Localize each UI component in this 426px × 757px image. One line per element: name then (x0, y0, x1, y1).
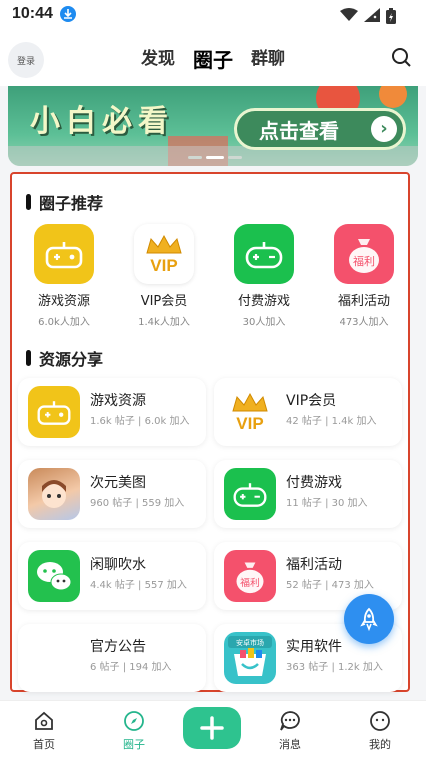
resource-card-vip[interactable]: VIP VIP会员 42 帖子 | 1.4k 加入 (214, 378, 402, 446)
wifi-icon (340, 8, 358, 21)
recommend-item-name: VIP会员 (140, 294, 188, 309)
status-bar: 10:44 (0, 0, 426, 30)
recommend-item-name: 福利活动 (337, 294, 390, 309)
recommend-item-joined: 30人加入 (242, 317, 286, 328)
card-name: 实用软件 (286, 639, 342, 655)
tab-group-chat[interactable]: 群聊 (251, 44, 285, 73)
signal-icon (364, 8, 380, 22)
add-post-button[interactable] (183, 707, 241, 749)
pager-dot (228, 156, 242, 159)
pager-dot (188, 156, 202, 159)
title-bar (26, 194, 31, 210)
plus-icon (200, 716, 224, 740)
recommend-item-joined: 6.0k人加入 (38, 317, 90, 328)
gamepad-icon (28, 386, 80, 438)
money-bag-text: 福利 (353, 254, 375, 268)
top-tabs: 发现 圈子 群聊 (0, 44, 426, 73)
card-name: 付费游戏 (286, 475, 342, 491)
pager-dot-active (206, 156, 224, 159)
anime-girl-icon (28, 468, 80, 520)
download-icon (60, 6, 76, 22)
card-stats: 960 帖子 | 559 加入 (90, 498, 185, 509)
nav-home-label: 首页 (33, 738, 55, 751)
nav-profile[interactable]: 我的 (350, 709, 410, 752)
status-icons (340, 8, 396, 24)
card-stats: 52 帖子 | 473 加入 (286, 580, 374, 591)
recommend-title-text: 圈子推荐 (39, 194, 104, 213)
top-header: 登录 发现 圈子 群聊 (0, 30, 426, 86)
tab-circles[interactable]: 圈子 (193, 44, 233, 73)
banner[interactable]: 小白必看 点击查看 › (8, 86, 418, 166)
money-bag-text: 福利 (240, 576, 260, 589)
card-name: 官方公告 (90, 639, 146, 655)
recommend-item-name: 付费游戏 (237, 294, 290, 309)
money-bag-icon: 福利 (224, 550, 276, 602)
nav-circles-label: 圈子 (123, 738, 145, 751)
status-time: 10:44 (12, 5, 53, 22)
rocket-icon (360, 607, 378, 631)
recommend-item-welfare[interactable]: 福利 福利活动 473人加入 (324, 224, 404, 328)
app-market-icon: 安卓市场 (224, 632, 276, 684)
vip-crown-icon: VIP (224, 386, 276, 438)
card-name: 游戏资源 (90, 393, 146, 409)
tab-discover[interactable]: 发现 (141, 44, 175, 73)
gamepad-green-icon (234, 224, 294, 284)
vip-badge-text: VIP (150, 256, 177, 275)
card-stats: 11 帖子 | 30 加入 (286, 498, 368, 509)
message-icon (280, 711, 300, 731)
search-icon[interactable] (390, 46, 412, 68)
gamepad-green-icon (224, 468, 276, 520)
nav-profile-label: 我的 (369, 738, 391, 751)
compass-icon (124, 711, 144, 731)
money-bag-icon: 福利 (334, 224, 394, 284)
banner-title: 小白必看 (30, 104, 174, 139)
app-market-label: 安卓市场 (236, 638, 264, 647)
announcement-icon (28, 632, 80, 684)
recommend-item-joined: 1.4k人加入 (138, 317, 190, 328)
vip-badge-text: VIP (236, 414, 263, 433)
resources-title-text: 资源分享 (39, 350, 104, 369)
profile-icon (370, 711, 390, 731)
recommend-section-title: 圈子推荐 (26, 190, 103, 214)
recommend-item-vip[interactable]: VIP VIP会员 1.4k人加入 (124, 224, 204, 328)
banner-view-button[interactable]: 点击查看 › (234, 108, 406, 150)
title-bar (26, 350, 31, 366)
nav-circles[interactable]: 圈子 (104, 709, 164, 752)
card-name: 次元美图 (90, 475, 146, 491)
resource-card-game-resources[interactable]: 游戏资源 1.6k 帖子 | 6.0k 加入 (18, 378, 206, 446)
card-stats: 1.6k 帖子 | 6.0k 加入 (90, 416, 190, 427)
recommend-item-joined: 473人加入 (339, 317, 389, 328)
battery-icon (386, 8, 396, 24)
chevron-right-icon: › (371, 116, 397, 142)
recommend-item-paid-games[interactable]: 付费游戏 30人加入 (224, 224, 304, 328)
recommend-item-name: 游戏资源 (37, 294, 90, 309)
resource-card-announcements[interactable]: 官方公告 6 帖子 | 194 加入 (18, 624, 206, 692)
banner-pager (188, 156, 242, 159)
vip-crown-icon: VIP (134, 224, 194, 284)
card-name: VIP会员 (286, 393, 337, 409)
gamepad-icon (34, 224, 94, 284)
card-stats: 6 帖子 | 194 加入 (90, 662, 172, 673)
card-stats: 4.4k 帖子 | 557 加入 (90, 580, 187, 591)
nav-home[interactable]: 首页 (14, 709, 74, 752)
nav-messages-label: 消息 (279, 738, 301, 751)
card-stats: 363 帖子 | 1.2k 加入 (286, 662, 383, 673)
rocket-fab-button[interactable] (344, 594, 394, 644)
card-stats: 42 帖子 | 1.4k 加入 (286, 416, 377, 427)
bottom-nav: 首页 圈子 消息 我的 (0, 700, 426, 757)
resource-card-anime-art[interactable]: 次元美图 960 帖子 | 559 加入 (18, 460, 206, 528)
nav-messages[interactable]: 消息 (260, 709, 320, 752)
resources-section-title: 资源分享 (26, 346, 103, 370)
banner-button-label: 点击查看 (259, 118, 339, 143)
resource-card-paid-games[interactable]: 付费游戏 11 帖子 | 30 加入 (214, 460, 402, 528)
recommend-item-game-resources[interactable]: 游戏资源 6.0k人加入 (24, 224, 104, 328)
resource-card-chat[interactable]: 闲聊吹水 4.4k 帖子 | 557 加入 (18, 542, 206, 610)
card-name: 闲聊吹水 (90, 557, 146, 573)
card-name: 福利活动 (286, 557, 342, 573)
chat-bubbles-icon (28, 550, 80, 602)
home-icon (35, 711, 53, 730)
